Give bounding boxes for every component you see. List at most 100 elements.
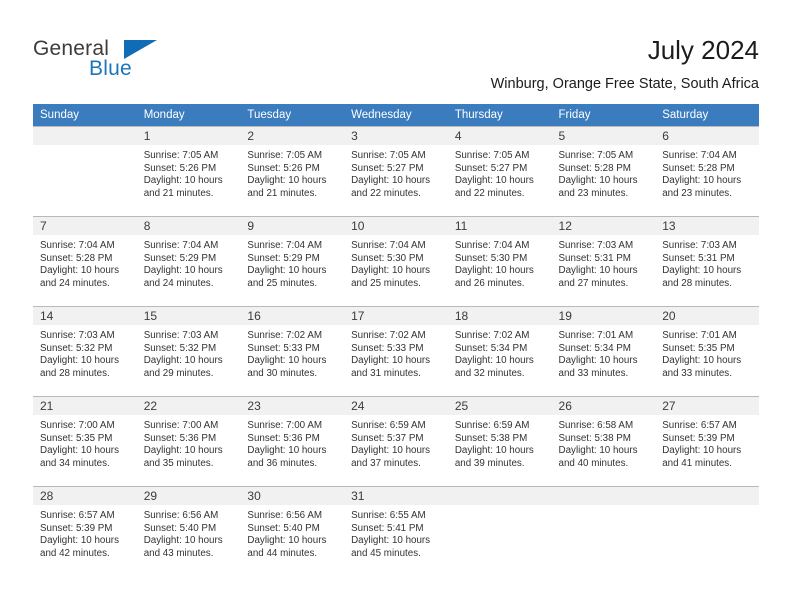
day-cell-empty: [447, 486, 552, 576]
day-detail-line: Daylight: 10 hours: [40, 535, 119, 547]
day-detail-line: Sunrise: 7:00 AM: [40, 420, 115, 431]
day-detail-line: and 42 minutes.: [40, 547, 110, 559]
calendar-day-cell[interactable]: 24 Sunrise: 6:59 AM Sunset: 5:37 PM Dayligh…: [344, 396, 448, 486]
calendar-day-cell[interactable]: 3 Sunrise: 7:05 AM Sunset: 5:27 PM Daylight…: [344, 126, 448, 216]
calendar-day-cell[interactable]: [33, 126, 137, 216]
day-cell-empty: [551, 486, 656, 576]
calendar-day-cell[interactable]: 7 Sunrise: 7:04 AM Sunset: 5:28 PM Daylight…: [33, 216, 137, 306]
day-detail-line: Daylight: 10 hours: [454, 265, 534, 277]
calendar-day-cell[interactable]: 12 Sunrise: 7:03 AM Sunset: 5:31 PM Dayligh…: [551, 216, 656, 306]
brand-name-blue: Blue: [89, 57, 132, 80]
day-detail-line: Sunset: 5:26 PM: [247, 162, 320, 174]
calendar-day-cell[interactable]: 28 Sunrise: 6:57 AM Sunset: 5:39 PM Dayligh…: [33, 486, 137, 576]
day-detail-line: Daylight: 10 hours: [143, 175, 223, 187]
calendar-day-cell[interactable]: 2 Sunrise: 7:05 AM Sunset: 5:26 PM Daylight…: [240, 126, 345, 216]
day-detail-line: and 21 minutes.: [247, 187, 318, 199]
calendar-day-cell[interactable]: [447, 486, 552, 576]
day-detail-line: and 34 minutes.: [40, 457, 110, 469]
day-cell-content: 1 Sunrise: 7:05 AM Sunset: 5:26 PM Daylight…: [136, 126, 241, 216]
day-detail-line: Sunset: 5:27 PM: [454, 162, 528, 174]
calendar-day-cell[interactable]: 6 Sunrise: 7:04 AM Sunset: 5:28 PM Daylight…: [655, 126, 759, 216]
day-cell-content: 7 Sunrise: 7:04 AM Sunset: 5:28 PM Daylight…: [33, 216, 137, 306]
day-detail-line: Daylight: 10 hours: [558, 445, 638, 457]
brand-name-general: General: [33, 37, 110, 60]
calendar-day-cell[interactable]: 20 Sunrise: 7:01 AM Sunset: 5:35 PM Dayligh…: [655, 306, 759, 396]
day-details: Sunrise: 7:04 AM Sunset: 5:30 PM Daylight:…: [448, 235, 552, 290]
calendar-day-cell[interactable]: 5 Sunrise: 7:05 AM Sunset: 5:28 PM Daylight…: [551, 126, 656, 216]
day-detail-line: Sunset: 5:28 PM: [662, 162, 735, 174]
day-cell-content: 21 Sunrise: 7:00 AM Sunset: 5:35 PM Dayligh…: [33, 396, 137, 486]
calendar-day-cell[interactable]: 21 Sunrise: 7:00 AM Sunset: 5:35 PM Dayligh…: [33, 396, 137, 486]
day-cell-content: 16 Sunrise: 7:02 AM Sunset: 5:33 PM Dayligh…: [240, 306, 345, 396]
calendar-day-cell[interactable]: 9 Sunrise: 7:04 AM Sunset: 5:29 PM Daylight…: [240, 216, 345, 306]
day-number: 16: [240, 307, 345, 325]
day-detail-line: and 35 minutes.: [143, 457, 214, 469]
calendar-day-cell[interactable]: 16 Sunrise: 7:02 AM Sunset: 5:33 PM Dayligh…: [240, 306, 345, 396]
calendar-day-cell[interactable]: 8 Sunrise: 7:04 AM Sunset: 5:29 PM Daylight…: [136, 216, 241, 306]
calendar-day-cell[interactable]: 18 Sunrise: 7:02 AM Sunset: 5:34 PM Dayligh…: [447, 306, 552, 396]
day-details: Sunrise: 7:03 AM Sunset: 5:32 PM Daylight:…: [33, 325, 137, 380]
day-cell-content: 13 Sunrise: 7:03 AM Sunset: 5:31 PM Dayligh…: [655, 216, 759, 306]
calendar-day-cell[interactable]: 23 Sunrise: 7:00 AM Sunset: 5:36 PM Dayligh…: [240, 396, 345, 486]
calendar-day-cell[interactable]: 30 Sunrise: 6:56 AM Sunset: 5:40 PM Dayligh…: [240, 486, 345, 576]
day-detail-line: Sunset: 5:32 PM: [143, 342, 217, 354]
weekday-header-friday: Friday: [551, 104, 656, 126]
calendar-day-cell[interactable]: 10 Sunrise: 7:04 AM Sunset: 5:30 PM Dayligh…: [344, 216, 448, 306]
day-detail-line: Sunset: 5:30 PM: [351, 252, 424, 264]
day-details: Sunrise: 7:04 AM Sunset: 5:28 PM Daylight:…: [655, 145, 759, 200]
day-detail-line: Daylight: 10 hours: [558, 175, 638, 187]
day-detail-line: Daylight: 10 hours: [40, 265, 119, 277]
day-cell-content: 23 Sunrise: 7:00 AM Sunset: 5:36 PM Dayligh…: [240, 396, 345, 486]
day-detail-line: Sunrise: 7:01 AM: [662, 330, 737, 341]
calendar-day-cell[interactable]: 31 Sunrise: 6:55 AM Sunset: 5:41 PM Dayligh…: [344, 486, 448, 576]
day-details: Sunrise: 7:04 AM Sunset: 5:30 PM Daylight:…: [344, 235, 448, 290]
day-detail-line: and 28 minutes.: [40, 367, 110, 379]
day-detail-line: Sunrise: 7:04 AM: [143, 240, 219, 251]
day-number: 15: [136, 307, 241, 325]
day-detail-line: Sunset: 5:40 PM: [143, 522, 217, 534]
day-number: 22: [136, 397, 241, 415]
page-header: General Blue July 2024 Winburg, Orange F…: [0, 0, 792, 100]
calendar-day-cell[interactable]: 25 Sunrise: 6:59 AM Sunset: 5:38 PM Dayligh…: [447, 396, 552, 486]
day-detail-line: Daylight: 10 hours: [143, 265, 223, 277]
calendar-day-cell[interactable]: 15 Sunrise: 7:03 AM Sunset: 5:32 PM Dayligh…: [136, 306, 241, 396]
day-number: 8: [136, 217, 241, 235]
day-detail-line: Sunrise: 7:03 AM: [558, 240, 634, 251]
calendar-day-cell[interactable]: 22 Sunrise: 7:00 AM Sunset: 5:36 PM Dayligh…: [136, 396, 241, 486]
day-cell-empty: [33, 126, 137, 216]
calendar-day-cell[interactable]: 13 Sunrise: 7:03 AM Sunset: 5:31 PM Dayligh…: [655, 216, 759, 306]
day-detail-line: Sunset: 5:34 PM: [454, 342, 528, 354]
calendar-day-cell[interactable]: 4 Sunrise: 7:05 AM Sunset: 5:27 PM Daylight…: [447, 126, 552, 216]
calendar-day-cell[interactable]: 29 Sunrise: 6:56 AM Sunset: 5:40 PM Dayligh…: [136, 486, 241, 576]
day-number: 30: [240, 487, 345, 505]
day-detail-line: Daylight: 10 hours: [351, 445, 431, 457]
day-detail-line: Daylight: 10 hours: [143, 355, 223, 367]
calendar-week-row: 21 Sunrise: 7:00 AM Sunset: 5:35 PM Dayligh…: [33, 396, 759, 486]
day-number: 17: [344, 307, 448, 325]
day-detail-line: Daylight: 10 hours: [558, 355, 638, 367]
day-cell-content: 29 Sunrise: 6:56 AM Sunset: 5:40 PM Dayligh…: [136, 486, 241, 576]
day-detail-line: Sunrise: 7:02 AM: [454, 330, 530, 341]
weekday-header-monday: Monday: [136, 104, 241, 126]
day-number: 14: [33, 307, 137, 325]
day-cell-content: 10 Sunrise: 7:04 AM Sunset: 5:30 PM Dayligh…: [344, 216, 448, 306]
calendar-day-cell[interactable]: [655, 486, 759, 576]
calendar-day-cell[interactable]: [551, 486, 656, 576]
calendar-day-cell[interactable]: 26 Sunrise: 6:58 AM Sunset: 5:38 PM Dayligh…: [551, 396, 656, 486]
calendar-day-cell[interactable]: 17 Sunrise: 7:02 AM Sunset: 5:33 PM Dayligh…: [344, 306, 448, 396]
day-number: 23: [240, 397, 345, 415]
day-cell-content: 27 Sunrise: 6:57 AM Sunset: 5:39 PM Dayligh…: [655, 396, 759, 486]
day-details: Sunrise: 7:00 AM Sunset: 5:36 PM Daylight:…: [240, 415, 344, 470]
day-detail-line: and 29 minutes.: [143, 367, 214, 379]
calendar-day-cell[interactable]: 14 Sunrise: 7:03 AM Sunset: 5:32 PM Dayligh…: [33, 306, 137, 396]
day-detail-line: Sunset: 5:31 PM: [558, 252, 631, 264]
calendar-day-cell[interactable]: 11 Sunrise: 7:04 AM Sunset: 5:30 PM Dayligh…: [447, 216, 552, 306]
calendar-day-cell[interactable]: 1 Sunrise: 7:05 AM Sunset: 5:26 PM Daylight…: [136, 126, 241, 216]
day-detail-line: and 33 minutes.: [662, 367, 732, 379]
calendar-day-cell[interactable]: 27 Sunrise: 6:57 AM Sunset: 5:39 PM Dayligh…: [655, 396, 759, 486]
brand-logo[interactable]: General Blue: [33, 38, 233, 84]
day-cell-content: 2 Sunrise: 7:05 AM Sunset: 5:26 PM Daylight…: [240, 126, 345, 216]
calendar-day-cell[interactable]: 19 Sunrise: 7:01 AM Sunset: 5:34 PM Dayligh…: [551, 306, 656, 396]
day-details: Sunrise: 7:03 AM Sunset: 5:31 PM Daylight:…: [552, 235, 656, 290]
day-details: Sunrise: 6:59 AM Sunset: 5:37 PM Daylight:…: [344, 415, 448, 470]
